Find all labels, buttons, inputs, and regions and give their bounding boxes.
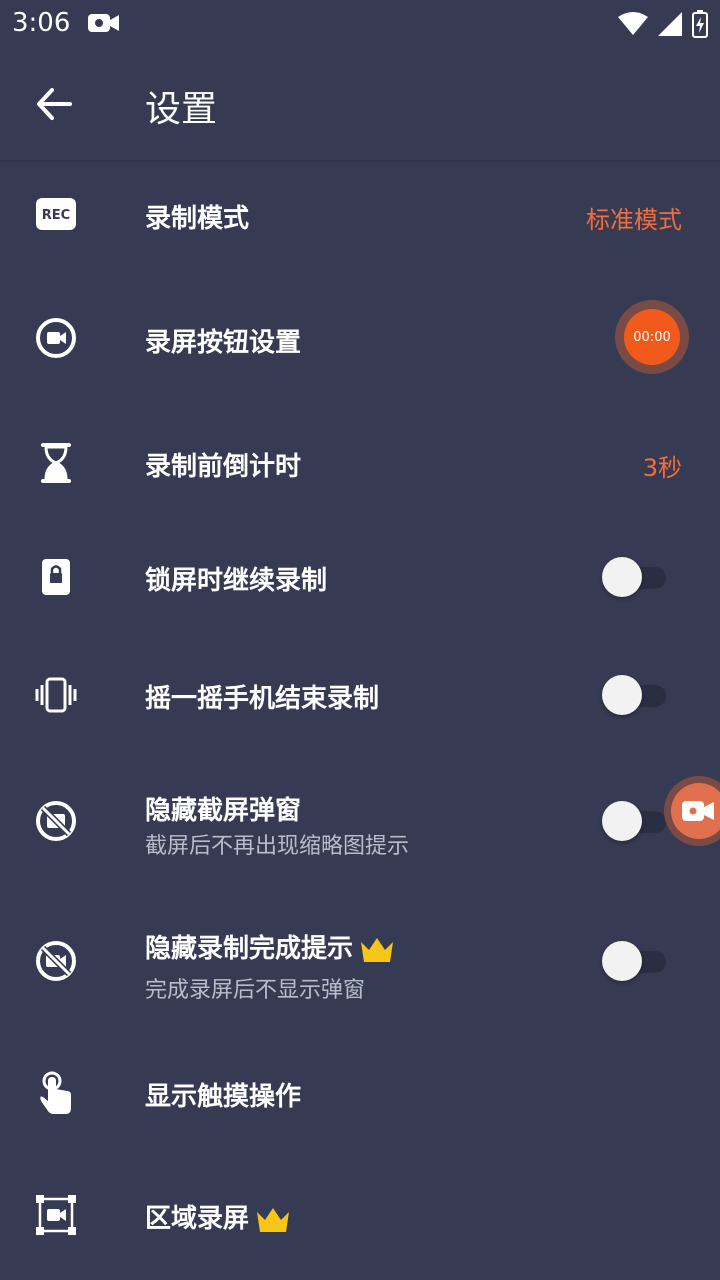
- area-record-icon: [33, 1192, 79, 1238]
- toggle-thumb: [602, 801, 642, 841]
- setting-lock-continue[interactable]: 锁屏时继续录制: [0, 530, 720, 640]
- setting-countdown[interactable]: 录制前倒计时 3秒: [0, 410, 720, 520]
- crown-icon: [361, 937, 394, 962]
- touch-icon: [33, 1070, 79, 1116]
- setting-label-wrap: 隐藏录制完成提示: [145, 928, 395, 965]
- lock-icon: [33, 554, 79, 600]
- setting-area-record[interactable]: 区域录屏: [0, 1162, 720, 1272]
- setting-label: 锁屏时继续录制: [145, 566, 328, 596]
- setting-description: 截屏后不再出现缩略图提示: [145, 834, 410, 859]
- toggle-thumb: [602, 941, 642, 981]
- hide-screenshot-toggle[interactable]: [602, 801, 666, 841]
- signal-icon: [658, 12, 682, 40]
- crown-icon: [257, 1207, 290, 1232]
- back-button[interactable]: [34, 84, 78, 128]
- setting-show-touch[interactable]: 显示触摸操作: [0, 1040, 720, 1150]
- setting-hide-finish-tip[interactable]: 隐藏录制完成提示 完成录屏后不显示弹窗: [0, 908, 720, 1028]
- app-bar: 设置: [0, 48, 720, 162]
- rec-icon: REC: [33, 191, 79, 237]
- vibrate-icon: [33, 672, 79, 718]
- record-mode-value[interactable]: 标准模式: [586, 200, 682, 235]
- record-button-timer: 00:00: [624, 309, 680, 365]
- setting-label: 区域录屏: [145, 1204, 250, 1234]
- status-time: 3:06: [12, 8, 71, 38]
- hourglass-icon: [33, 440, 79, 486]
- toggle-thumb: [602, 675, 642, 715]
- countdown-value[interactable]: 3秒: [643, 448, 682, 483]
- setting-label: 录制模式: [145, 204, 250, 234]
- setting-hide-screenshot-popup[interactable]: 隐藏截屏弹窗 截屏后不再出现缩略图提示: [0, 770, 720, 890]
- hide-finish-tip-toggle[interactable]: [602, 941, 666, 981]
- setting-label: 录制前倒计时: [145, 452, 302, 482]
- svg-text:REC: REC: [42, 208, 70, 223]
- page-title: 设置: [145, 89, 218, 130]
- lock-continue-toggle[interactable]: [602, 557, 666, 597]
- toggle-thumb: [602, 557, 642, 597]
- setting-record-button[interactable]: 录屏按钮设置: [0, 280, 720, 396]
- battery-icon: [692, 10, 708, 42]
- setting-label: 摇一摇手机结束录制: [145, 684, 380, 714]
- setting-label: 录屏按钮设置: [145, 328, 302, 358]
- screen-record-status-icon: [88, 12, 120, 38]
- setting-shake-stop[interactable]: 摇一摇手机结束录制: [0, 650, 720, 760]
- setting-label-wrap: 区域录屏: [145, 1198, 291, 1235]
- record-button-preview[interactable]: 00:00: [615, 300, 689, 374]
- setting-description: 完成录屏后不显示弹窗: [145, 978, 366, 1003]
- shake-stop-toggle[interactable]: [602, 675, 666, 715]
- arrow-left-icon: [37, 88, 72, 120]
- camera-circle-icon: [33, 315, 79, 361]
- setting-label: 隐藏录制完成提示: [145, 934, 354, 964]
- setting-label: 隐藏截屏弹窗: [145, 796, 302, 826]
- setting-record-mode[interactable]: REC 录制模式 标准模式: [0, 160, 720, 268]
- hide-screenshot-icon: [33, 798, 79, 844]
- status-bar: 3:06: [0, 0, 720, 48]
- hide-video-icon: [33, 938, 79, 984]
- setting-label: 显示触摸操作: [145, 1082, 302, 1112]
- floating-camera-icon: [671, 783, 720, 839]
- wifi-icon: [618, 12, 648, 40]
